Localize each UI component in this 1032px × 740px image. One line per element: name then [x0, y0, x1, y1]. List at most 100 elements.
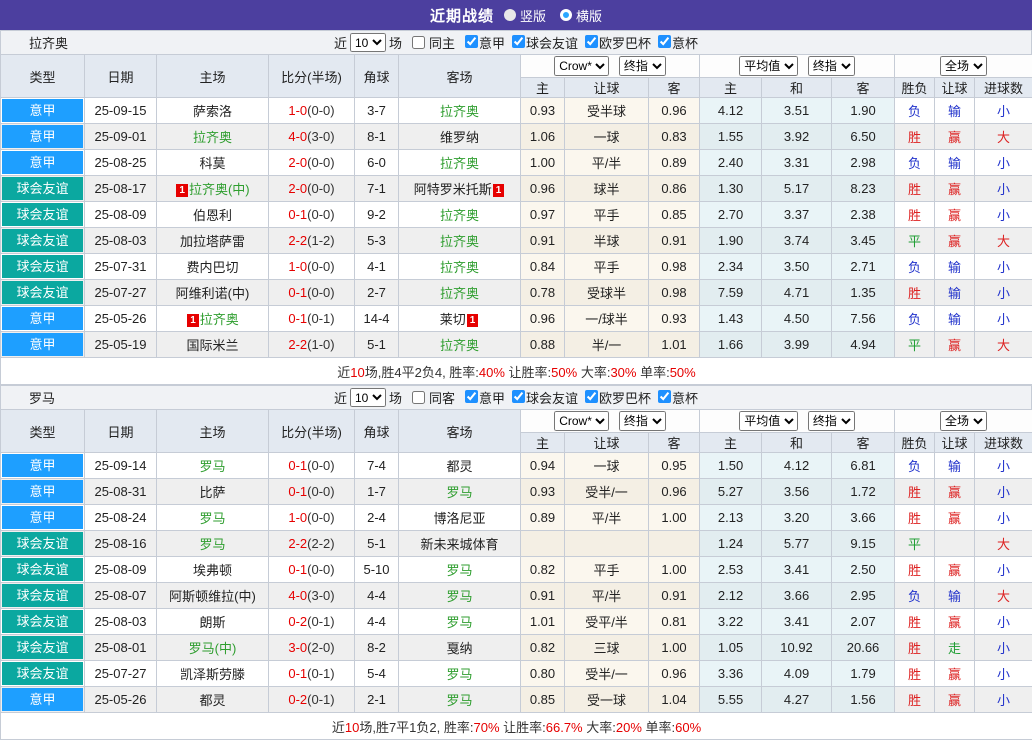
- league-checkbox[interactable]: [465, 390, 478, 403]
- fulltime-select[interactable]: 全场: [940, 411, 987, 431]
- odds-stage-select-1[interactable]: 终指: [619, 411, 666, 431]
- bookmaker-select[interactable]: Crow*: [554, 56, 609, 76]
- bookmaker-select[interactable]: Crow*: [554, 411, 609, 431]
- sub-header-handicap-result: 让球: [935, 433, 975, 453]
- league-checkbox[interactable]: [512, 390, 525, 403]
- summary-segment: 60%: [675, 720, 701, 735]
- summary-segment: 场,胜7平1负2, 胜率:: [359, 720, 473, 735]
- away-odds-cell: 0.85: [649, 202, 700, 228]
- avg-home-cell: 4.12: [700, 98, 762, 124]
- sub-header-away-odds: 客: [649, 78, 700, 98]
- odds-stage-select-1[interactable]: 终指: [619, 56, 666, 76]
- match-row: 意甲25-08-24罗马1-0(0-0)2-4博洛尼亚0.89平/半1.002.…: [1, 505, 1032, 531]
- avg-draw-cell: 4.71: [762, 280, 832, 306]
- recent-prefix-label: 近: [334, 388, 347, 407]
- home-odds-cell: 0.91: [521, 583, 565, 609]
- filter-bar: 拉齐奥 近 10 场 同主 意甲球会友谊欧罗巴杯意杯: [0, 30, 1032, 54]
- avg-away-cell: 8.23: [832, 176, 895, 202]
- match-row: 球会友谊25-08-01罗马(中)3-0(2-0)8-2戛纳0.82三球1.00…: [1, 635, 1032, 661]
- score-cell: 0-1(0-0): [269, 479, 355, 505]
- date-cell: 25-08-25: [85, 150, 157, 176]
- away-team-cell: 维罗纳: [399, 124, 521, 150]
- winloss-result: 胜: [908, 485, 921, 500]
- avg-home-cell: 1.24: [700, 531, 762, 557]
- league-checkbox[interactable]: [512, 35, 525, 48]
- corner-cell: 7-1: [355, 176, 399, 202]
- league-badge: 意甲: [2, 454, 83, 477]
- avg-away-cell: 2.71: [832, 254, 895, 280]
- goals-result: 小: [997, 693, 1010, 708]
- home-team-cell: 罗马: [157, 453, 269, 479]
- avg-away-cell: 6.81: [832, 453, 895, 479]
- corner-cell: 4-4: [355, 609, 399, 635]
- sub-header-home-odds: 主: [521, 78, 565, 98]
- avg-draw-cell: 3.41: [762, 609, 832, 635]
- league-checkbox[interactable]: [465, 35, 478, 48]
- average-select[interactable]: 平均值: [739, 56, 798, 76]
- score-cell: 0-2(0-1): [269, 609, 355, 635]
- avg-away-cell: 2.38: [832, 202, 895, 228]
- league-checkbox[interactable]: [585, 390, 598, 403]
- score-cell: 0-2(0-1): [269, 687, 355, 713]
- league-badge: 意甲: [2, 688, 83, 711]
- home-team: 比萨: [199, 485, 225, 500]
- handicap-result-cell: 赢: [935, 609, 975, 635]
- away-team: 新未来城体育: [420, 537, 498, 552]
- league-checkbox[interactable]: [658, 390, 671, 403]
- same-venue-checkbox[interactable]: [412, 391, 425, 404]
- goals-result: 小: [997, 208, 1010, 223]
- fulltime-select[interactable]: 全场: [940, 56, 987, 76]
- winloss-result-cell: 负: [895, 150, 935, 176]
- away-team-cell: 拉齐奥: [399, 228, 521, 254]
- bookmaker-select-cell: Crow* 终指: [521, 410, 700, 433]
- odds-stage-select-2[interactable]: 终指: [808, 411, 855, 431]
- league-checkbox-label: 意杯: [672, 391, 698, 406]
- avg-away-cell: 4.94: [832, 332, 895, 358]
- winloss-result: 平: [908, 234, 921, 249]
- handicap-cell: 平/半: [565, 583, 649, 609]
- avg-draw-cell: 3.56: [762, 479, 832, 505]
- avg-draw-cell: 3.74: [762, 228, 832, 254]
- same-venue-label: 同客: [429, 388, 455, 407]
- winloss-result-cell: 平: [895, 531, 935, 557]
- away-team-cell: 罗马: [399, 479, 521, 505]
- league-checkbox-label: 意甲: [479, 391, 505, 406]
- avg-draw-cell: 3.66: [762, 583, 832, 609]
- odds-stage-select-2[interactable]: 终指: [808, 56, 855, 76]
- halftime-score: (0-1): [307, 311, 334, 326]
- score-cell: 4-0(3-0): [269, 124, 355, 150]
- avg-home-cell: 1.90: [700, 228, 762, 254]
- away-odds-cell: 0.98: [649, 280, 700, 306]
- league-checkbox[interactable]: [658, 35, 671, 48]
- handicap-cell: 平/半: [565, 505, 649, 531]
- away-team-cell: 拉齐奥: [399, 280, 521, 306]
- radio-horizontal-layout[interactable]: 横版: [560, 6, 602, 25]
- recent-count-select[interactable]: 10: [350, 33, 386, 52]
- winloss-result: 负: [908, 459, 921, 474]
- home-team: 阿维利诺(中): [176, 286, 250, 301]
- league-cell: 球会友谊: [1, 583, 85, 609]
- winloss-result: 胜: [908, 693, 921, 708]
- sub-header-winloss: 胜负: [895, 78, 935, 98]
- away-team: 拉齐奥: [440, 260, 479, 275]
- radio-vertical-layout[interactable]: 竖版: [504, 6, 546, 25]
- home-team-cell: 罗马: [157, 505, 269, 531]
- radio-horizontal-icon[interactable]: [560, 9, 572, 21]
- winloss-result-cell: 胜: [895, 202, 935, 228]
- goals-result-cell: 小: [975, 505, 1032, 531]
- handicap-result: 赢: [948, 208, 961, 223]
- summary-segment: 让胜率:: [500, 720, 546, 735]
- league-checkbox[interactable]: [585, 35, 598, 48]
- corner-cell: 5-3: [355, 228, 399, 254]
- handicap-result-cell: 赢: [935, 202, 975, 228]
- home-team-cell: 朗斯: [157, 609, 269, 635]
- away-team-cell: 罗马: [399, 609, 521, 635]
- date-cell: 25-08-17: [85, 176, 157, 202]
- average-select[interactable]: 平均值: [739, 411, 798, 431]
- halftime-score: (0-0): [307, 259, 334, 274]
- home-team-cell: 加拉塔萨雷: [157, 228, 269, 254]
- radio-vertical-icon[interactable]: [504, 9, 516, 21]
- same-venue-checkbox[interactable]: [412, 36, 425, 49]
- goals-result: 小: [997, 563, 1010, 578]
- recent-count-select[interactable]: 10: [350, 388, 386, 407]
